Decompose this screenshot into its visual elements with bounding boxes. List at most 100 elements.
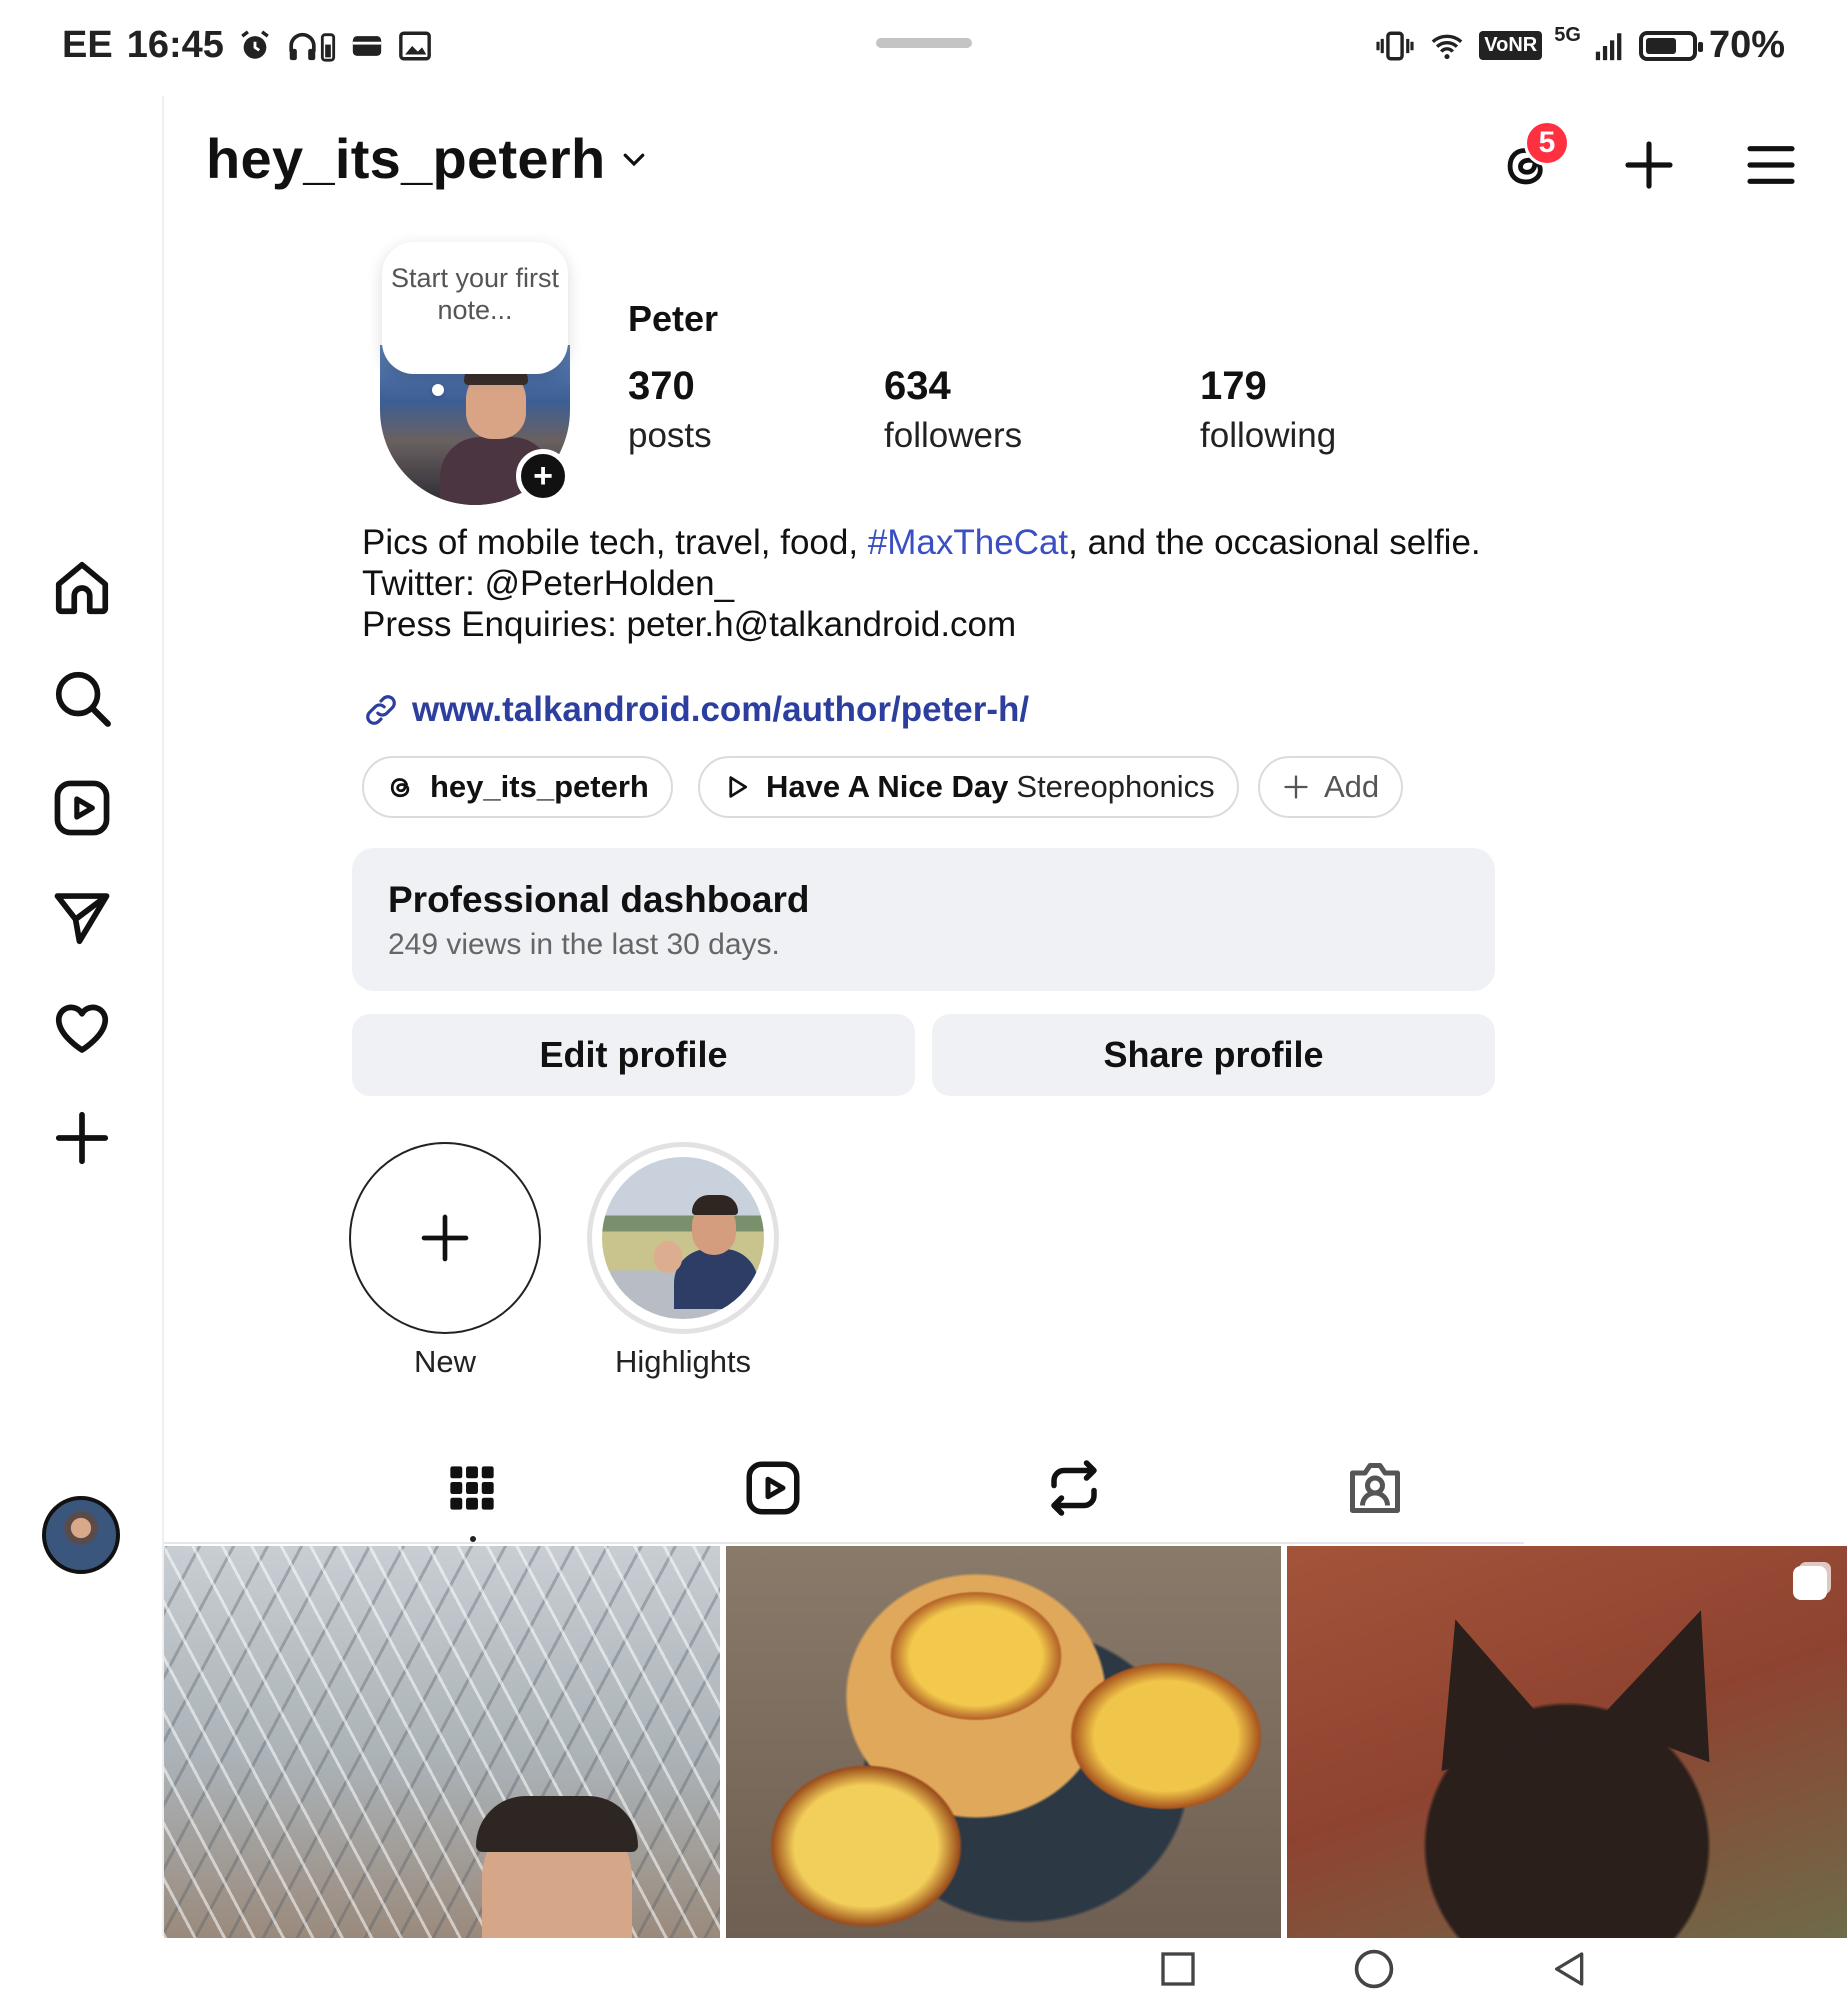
highlight-cover[interactable]	[587, 1142, 779, 1334]
edit-profile-label: Edit profile	[539, 1034, 728, 1075]
reposts-icon	[1051, 1460, 1097, 1516]
tab-reposts[interactable]	[1034, 1448, 1114, 1528]
nav-direct[interactable]	[42, 878, 122, 958]
post-thumbnail-cat[interactable]	[1287, 1546, 1847, 1938]
tab-posts-grid[interactable]	[432, 1448, 512, 1528]
clock: 16:45	[126, 24, 224, 66]
highlight-person-hair	[692, 1195, 738, 1215]
headphones-battery-icon	[289, 32, 335, 62]
triangle-back-icon	[1555, 1952, 1584, 1986]
plus-icon	[1625, 141, 1673, 189]
grid-icon	[450, 1466, 494, 1510]
tab-reels[interactable]	[733, 1448, 813, 1528]
cat-ear-left	[1398, 1600, 1557, 1772]
image-icon	[399, 31, 431, 60]
stat-posts[interactable]: 370 posts	[628, 360, 712, 460]
stat-number: 634	[884, 364, 951, 408]
highlight-photo	[602, 1157, 764, 1319]
song-artist: Stereophonics	[1016, 769, 1215, 804]
note-bubble-tail	[432, 384, 444, 396]
circle-home-icon	[1354, 1949, 1394, 1989]
battery-icon	[1638, 30, 1703, 61]
create-post-button[interactable]	[1604, 120, 1694, 210]
link-icon	[366, 695, 396, 725]
drag-handle[interactable]	[876, 38, 972, 48]
threads-handle-chip[interactable]: hey_its_peterh	[362, 756, 673, 818]
battery-level	[1645, 37, 1676, 54]
active-tab-indicator	[470, 1536, 476, 1542]
posts-grid	[164, 1546, 1847, 1938]
display-name: Peter	[628, 298, 719, 339]
nav-activity[interactable]	[42, 988, 122, 1068]
stat-number: 370	[628, 364, 695, 408]
direct-icon	[54, 893, 110, 945]
reels-icon	[54, 780, 110, 836]
note-text: Start your first note...	[390, 263, 560, 325]
username-switcher[interactable]: hey_its_peterh	[206, 126, 649, 191]
add-label: Add	[1324, 769, 1380, 804]
carrier-label: EE	[62, 24, 113, 66]
threads-handle-text: hey_its_peterh	[430, 769, 649, 804]
nav-home[interactable]	[42, 548, 122, 628]
bio-text: Pics of mobile tech, travel, food,	[362, 523, 868, 562]
new-highlight[interactable]: New	[349, 1142, 541, 1380]
threads-badge: 5	[1524, 120, 1570, 166]
recents-button[interactable]	[1153, 1944, 1203, 1994]
bio: Pics of mobile tech, travel, food, #MaxT…	[362, 522, 1512, 645]
stat-label: followers	[884, 416, 1023, 455]
tab-tagged[interactable]	[1335, 1448, 1415, 1528]
threads-button[interactable]: 5	[1482, 120, 1572, 210]
share-profile-button[interactable]: Share profile	[932, 1014, 1495, 1096]
post-thumbnail-station-selfie[interactable]	[164, 1546, 720, 1938]
stat-following[interactable]: 179 following	[1200, 360, 1336, 460]
song-title: Have A Nice Day	[766, 769, 1009, 804]
square-recents-icon	[1161, 1952, 1195, 1986]
signal-icon	[1595, 32, 1622, 60]
professional-dashboard[interactable]: Professional dashboard 249 views in the …	[352, 848, 1495, 991]
network-label: 5G	[1554, 24, 1581, 46]
profile-header: hey_its_peterh 5	[164, 96, 1847, 226]
battery-percent: 70%	[1708, 24, 1785, 66]
bio-text-cont: , and the occasional selfie.	[1068, 523, 1481, 562]
dashboard-title: Professional dashboard	[388, 879, 810, 920]
system-nav-bar	[0, 1938, 1847, 2000]
carousel-icon	[1793, 1566, 1828, 1600]
highlight-item[interactable]: Highlights	[587, 1142, 779, 1380]
create-icon	[55, 1111, 109, 1165]
alarm-icon	[241, 29, 269, 59]
play-icon	[729, 776, 748, 798]
highlight-person-2	[654, 1241, 682, 1273]
add-link-chip[interactable]: Add	[1258, 756, 1404, 818]
new-highlight-circle[interactable]	[349, 1142, 541, 1334]
reels-icon	[746, 1461, 800, 1515]
bio-press: Press Enquiries: peter.h@talkandroid.com	[362, 605, 1017, 644]
bio-twitter: Twitter: @PeterHolden_	[362, 564, 735, 603]
add-story-plus-icon[interactable]: +	[516, 449, 570, 503]
menu-button[interactable]	[1726, 120, 1816, 210]
new-highlight-label: New	[413, 1344, 476, 1379]
note-bubble[interactable]: Start your first note...	[382, 242, 568, 374]
post-thumbnail-food[interactable]	[725, 1546, 1282, 1938]
plus-icon	[421, 1214, 469, 1262]
stat-label: posts	[628, 416, 712, 455]
card-icon	[352, 35, 382, 56]
home-button[interactable]	[1349, 1944, 1399, 1994]
nav-reels[interactable]	[42, 768, 122, 848]
nav-create[interactable]	[42, 1098, 122, 1178]
stat-followers[interactable]: 634 followers	[884, 360, 1022, 460]
hamburger-menu-icon	[1747, 146, 1795, 184]
edit-profile-button[interactable]: Edit profile	[352, 1014, 915, 1096]
highlight-person-body	[674, 1249, 758, 1309]
nav-search[interactable]	[42, 658, 122, 738]
bio-hashtag[interactable]: #MaxTheCat	[868, 523, 1068, 562]
cat-ear-right	[1597, 1589, 1758, 1763]
nav-profile-avatar[interactable]	[42, 1496, 120, 1574]
bio-line-1: Pics of mobile tech, travel, food, #MaxT…	[362, 522, 1512, 563]
activity-heart-icon	[55, 1004, 109, 1053]
music-chip[interactable]: Have A Nice Day Stereophonics	[698, 756, 1239, 818]
chevron-down-icon	[624, 153, 645, 166]
bio-website-link[interactable]: www.talkandroid.com/author/peter-h/	[362, 690, 1029, 730]
stat-label: following	[1200, 416, 1337, 455]
wifi-icon	[1431, 34, 1463, 59]
back-button[interactable]	[1545, 1944, 1595, 1994]
